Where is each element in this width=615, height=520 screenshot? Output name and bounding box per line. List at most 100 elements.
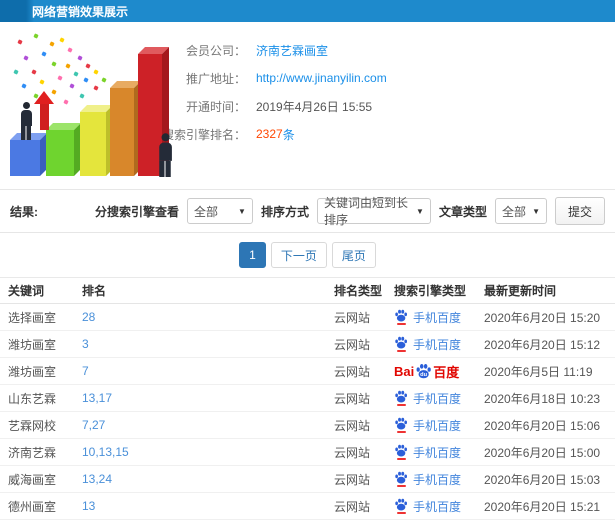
chevron-down-icon: ▼ [238, 207, 246, 216]
next-page-button[interactable]: 下一页 [271, 242, 327, 268]
table-row: 选择画室 28 云网站 手机百度 [0, 304, 615, 331]
engine-filter-select[interactable]: 全部 ▼ [187, 198, 253, 224]
engine-label: 手机百度 [413, 417, 461, 434]
updated-cell: 2020年6月20日 15:21 [482, 493, 615, 520]
baidu-paw-icon [394, 390, 408, 406]
mobile-baidu-badge[interactable]: 手机百度 [394, 390, 461, 407]
submit-button[interactable]: 提交 [555, 197, 605, 225]
engine-label: 手机百度 [413, 444, 461, 461]
header-rank: 排名 [80, 278, 332, 304]
engine-cell: 手机百度 [392, 304, 482, 331]
article-type-label: 文章类型 [439, 203, 487, 220]
sort-value: 关键词由短到长排序 [324, 194, 410, 228]
table-row: 山东艺霖 13,17 云网站 手机百度 [0, 385, 615, 412]
rank-type-cell: 云网站 [332, 331, 392, 358]
chevron-down-icon: ▼ [532, 207, 540, 216]
table-row: 德州画室 13 云网站 手机百度 [0, 493, 615, 520]
chevron-down-icon: ▼ [416, 207, 424, 216]
opened-time-row: 开通时间： 2019年4月26日 15:55 [150, 92, 615, 120]
chart-bar-orange [110, 88, 134, 176]
keyword-cell: 德州画室 [0, 493, 80, 520]
page-button-current[interactable]: 1 [239, 242, 266, 268]
up-arrow-icon [34, 91, 54, 130]
mobile-baidu-badge[interactable]: 手机百度 [394, 444, 461, 461]
baidu-logo-suffix: 百度 [433, 362, 459, 381]
keyword-cell: 威海画室 [0, 466, 80, 493]
baidu-logo-paw-text: du [420, 372, 427, 378]
rank-count-unit: 条 [283, 126, 295, 143]
rank-count-value: 2327 [256, 127, 283, 141]
engine-label: 手机百度 [413, 390, 461, 407]
rank-value[interactable]: 10,13,15 [82, 445, 129, 459]
updated-cell: 2020年6月18日 10:23 [482, 385, 615, 412]
rank-value[interactable]: 13,17 [82, 391, 112, 405]
updated-cell: 2020年6月20日 15:03 [482, 466, 615, 493]
chart-bar-green [46, 130, 74, 176]
rank-type-cell: 云网站 [332, 358, 392, 385]
keyword-cell: 选择画室 [0, 304, 80, 331]
baidu-paw-icon [394, 336, 408, 352]
table-row: 潍坊画室 7 云网站 [0, 358, 615, 385]
engine-filter-value: 全部 [194, 203, 218, 220]
baidu-paw-icon [394, 471, 408, 487]
promo-url-row: 推广地址： http://www.jinanyilin.com [150, 64, 615, 92]
header-keyword: 关键词 [0, 278, 80, 304]
person-figure-right [156, 133, 174, 177]
keyword-cell: 潍坊画室 [0, 331, 80, 358]
mobile-baidu-badge[interactable]: 手机百度 [394, 336, 461, 353]
updated-cell: 2020年6月20日 15:00 [482, 439, 615, 466]
engine-label: 手机百度 [413, 498, 461, 515]
article-type-value: 全部 [502, 203, 526, 220]
baidu-logo[interactable]: Bai du 百度 [394, 362, 459, 381]
rank-type-cell: 云网站 [332, 385, 392, 412]
engine-label: 手机百度 [413, 471, 461, 488]
header-updated-at: 最新更新时间 [482, 278, 615, 304]
mobile-baidu-badge[interactable]: 手机百度 [394, 309, 461, 326]
page: 网络营销效果展示 会员公司： 济南艺霖画室 [0, 0, 615, 520]
engine-cell: 手机百度 [392, 412, 482, 439]
keyword-cell: 潍坊画室 [0, 358, 80, 385]
rank-type-cell: 云网站 [332, 412, 392, 439]
engine-cell: 手机百度 [392, 385, 482, 412]
updated-cell: 2020年6月20日 15:20 [482, 304, 615, 331]
baidu-paw-icon: du [415, 363, 432, 379]
keyword-cell: 济南艺霖 [0, 439, 80, 466]
table-body: 选择画室 28 云网站 手机百度 [0, 304, 615, 520]
page-title: 网络营销效果展示 [32, 3, 128, 20]
keyword-cell: 山东艺霖 [0, 385, 80, 412]
rank-type-cell: 云网站 [332, 439, 392, 466]
article-type-select[interactable]: 全部 ▼ [495, 198, 547, 224]
mobile-baidu-badge[interactable]: 手机百度 [394, 417, 461, 434]
baidu-paw-icon [394, 309, 408, 325]
last-page-button[interactable]: 尾页 [332, 242, 376, 268]
rank-value[interactable]: 7,27 [82, 418, 105, 432]
company-link[interactable]: 济南艺霖画室 [256, 42, 328, 59]
mobile-baidu-badge[interactable]: 手机百度 [394, 498, 461, 515]
mobile-baidu-badge[interactable]: 手机百度 [394, 471, 461, 488]
promo-url-link[interactable]: http://www.jinanyilin.com [256, 71, 387, 85]
rank-value[interactable]: 3 [82, 337, 89, 351]
rank-value[interactable]: 13 [82, 499, 95, 513]
person-figure-left [18, 102, 34, 140]
info-form: 会员公司： 济南艺霖画室 推广地址： http://www.jinanyilin… [150, 22, 615, 148]
filter-group: 分搜索引擎查看 全部 ▼ 排序方式 关键词由短到长排序 ▼ 文章类型 全部 ▼ … [95, 197, 605, 225]
table-row: 艺霖网校 7,27 云网站 手机百度 [0, 412, 615, 439]
info-section: 会员公司： 济南艺霖画室 推广地址： http://www.jinanyilin… [0, 22, 615, 190]
growth-chart-illustration [0, 26, 185, 188]
rank-count-row: 搜索引擎排名： 2327 条 [150, 120, 615, 148]
updated-cell: 2020年6月5日 11:19 [482, 358, 615, 385]
table-row: 济南艺霖 10,13,15 云网站 手机百度 [0, 439, 615, 466]
rank-value[interactable]: 7 [82, 364, 89, 378]
sort-select[interactable]: 关键词由短到长排序 ▼ [317, 198, 431, 224]
result-label: 结果: [10, 203, 38, 220]
rank-value[interactable]: 28 [82, 310, 95, 324]
rank-value[interactable]: 13,24 [82, 472, 112, 486]
results-table: 关键词 排名 排名类型 搜索引擎类型 最新更新时间 选择画室 28 云网站 [0, 277, 615, 520]
chart-bar-blue [10, 140, 40, 176]
updated-cell: 2020年6月20日 15:12 [482, 331, 615, 358]
baidu-paw-icon [394, 444, 408, 460]
table-row: 潍坊画室 3 云网站 手机百度 [0, 331, 615, 358]
rank-type-cell: 云网站 [332, 493, 392, 520]
engine-cell: 手机百度 [392, 466, 482, 493]
header-engine-type: 搜索引擎类型 [392, 278, 482, 304]
